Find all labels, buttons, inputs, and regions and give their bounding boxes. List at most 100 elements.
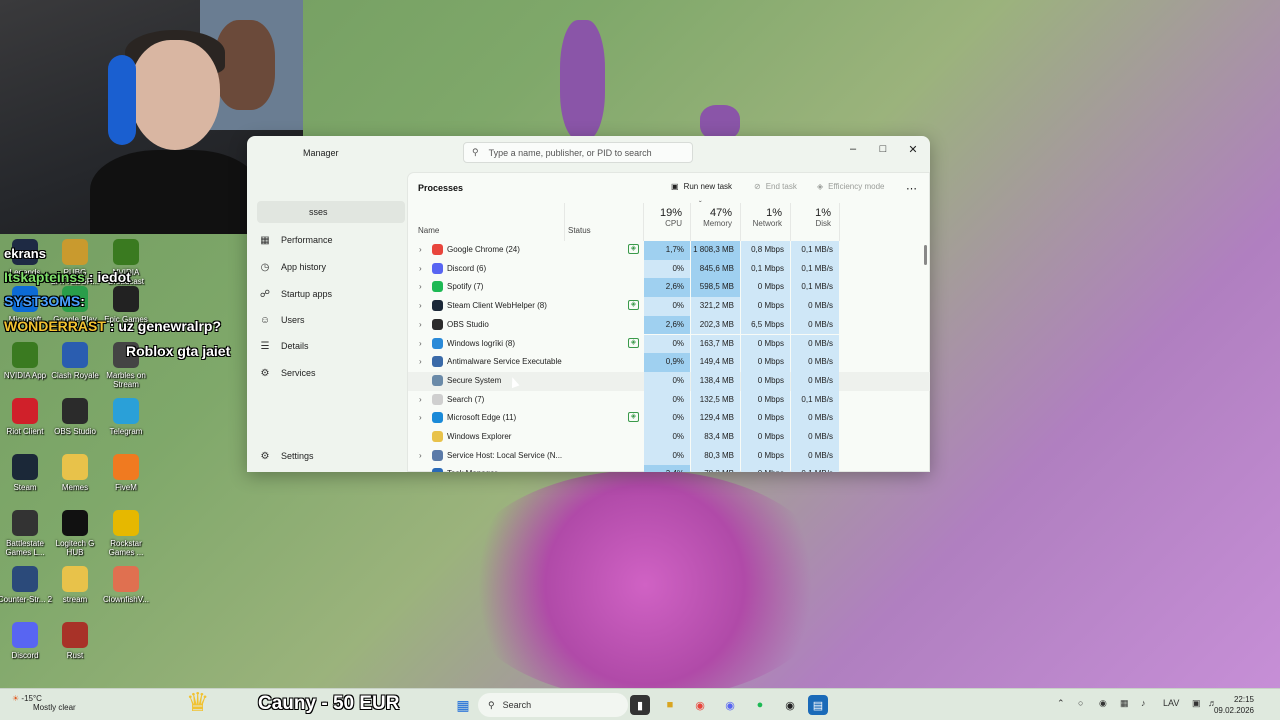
spotify-icon[interactable]: ● [750,695,770,715]
process-icon [432,374,443,386]
nav-services[interactable]: ⚙ Services [257,362,405,384]
desktop-icon[interactable]: Memes [47,454,103,492]
desktop-icon[interactable]: Counter-Str... 2 [0,566,53,604]
disk-cell: 0,1 MB/s [791,465,839,472]
expand-chevron-icon[interactable]: › [419,413,422,422]
desktop-icon[interactable]: Battlestate Games L... [0,510,53,557]
nav-users[interactable]: ☺ Users [257,309,405,331]
run-task-icon: ▣ [671,182,679,191]
column-network[interactable]: 1% Network [741,203,791,241]
process-row[interactable]: › Service Host: Local Service (N... 0% 80,3… [408,446,930,466]
process-row[interactable]: › Microsoft Edge (11) ◈ 0% 129,4 MB 0 Mbps 0 M… [408,409,930,428]
chevron-up-icon[interactable]: ⌃ [1057,698,1065,709]
more-options-button[interactable]: ⋯ [906,182,917,195]
search-icon: ⚲ [472,147,479,157]
scrollbar[interactable] [924,245,927,265]
process-row[interactable]: › Google Chrome (24) ◈ 1,7% 1 808,3 MB 0,8 Mb… [408,241,930,260]
run-new-task-button[interactable]: ▣ Run new task [671,182,732,191]
obs-icon[interactable]: ◉ [780,695,800,715]
nav-startup-apps[interactable]: ☍ Startup apps [257,283,405,305]
desktop-icon[interactable]: OBS Studio [47,398,103,436]
tray-app-icon[interactable]: ▦ [1120,698,1129,709]
memory-cell: 80,3 MB [691,446,740,466]
expand-chevron-icon[interactable]: › [419,357,422,366]
column-cpu[interactable]: 19% CPU [644,203,691,241]
desktop-icon[interactable]: Rust [47,622,103,660]
end-task-button[interactable]: ⊘ End task [754,182,797,191]
process-row[interactable]: › Antimalware Service Executable 0,9% 149,4… [408,353,930,372]
clock[interactable]: 22:15 09.02.2026 [1214,694,1254,716]
task-view-icon[interactable]: ▮ [630,695,650,715]
process-row[interactable]: › OBS Studio 2,6% 202,3 MB 6,5 Mbps 0 MB/s [408,315,930,335]
maximize-button[interactable]: □ [869,140,897,158]
chrome-icon[interactable]: ◉ [690,695,710,715]
desktop-icon[interactable]: Discord [0,622,53,660]
tray-app-icon[interactable]: ○ [1078,698,1083,708]
nav-app-history[interactable]: ◷ App history [257,256,405,278]
expand-chevron-icon[interactable]: › [419,245,422,254]
weather-widget[interactable]: ☀ -15°C Mostly clear [12,694,76,712]
minimize-button[interactable]: – [839,140,867,158]
expand-chevron-icon[interactable]: › [419,469,422,472]
task-manager-icon[interactable]: ▤ [808,695,828,715]
nav-details[interactable]: ☰ Details [257,335,405,357]
desktop-icon[interactable]: NVIDIA App [0,342,53,380]
desktop-icon-label: Marbles on Stream [106,371,146,389]
cpu-cell: 0% [644,409,690,428]
network-icon[interactable]: ▣ [1192,698,1201,709]
desktop-icon[interactable]: Steam [0,454,53,492]
desktop-icon[interactable]: FiveM [98,454,154,492]
desktop-icon[interactable]: Rockstar Games ... [98,510,154,557]
expand-chevron-icon[interactable]: › [419,451,422,460]
expand-chevron-icon[interactable]: › [419,320,422,329]
process-row[interactable]: Windows Explorer 0% 83,4 MB 0 Mbps 0 MB/s [408,428,930,447]
crown-icon: ♛ [186,687,210,717]
process-name: Google Chrome (24) [447,245,520,254]
users-icon: ☺ [259,314,271,326]
column-status[interactable]: Status [565,203,644,241]
desktop-icon[interactable]: ClownfishV... [98,566,154,604]
close-button[interactable]: ✕ [899,140,927,158]
nav-settings[interactable]: ⚙ Settings [257,445,405,467]
process-row[interactable]: › Windows logrīki (8) ◈ 0% 163,7 MB 0 Mbps 0 M… [408,334,930,354]
services-icon: ⚙ [260,367,270,379]
steam-tray-icon[interactable]: ◉ [1099,698,1107,709]
logitech-icon [62,510,88,536]
expand-chevron-icon[interactable]: › [419,395,422,404]
process-row[interactable]: › Task Manager 3,4%78,2 MB0 Mbps0,1 MB/s [408,465,930,472]
process-row[interactable]: › Search (7) 0% 132,5 MB 0 Mbps 0,1 MB/s [408,390,930,410]
process-row[interactable]: › Spotify (7) 2,6% 598,5 MB 0 Mbps 0,1 MB/s [408,278,930,298]
desktop-icon[interactable]: Logitech G HUB [47,510,103,557]
nav-performance[interactable]: ▦ Performance [257,229,405,251]
file-explorer-icon[interactable]: ■ [660,695,680,715]
expand-chevron-icon[interactable]: › [419,264,422,273]
disk-cell: 0 MB/s [791,334,839,354]
expand-chevron-icon[interactable]: › [419,282,422,291]
memory-cell: 598,5 MB [691,278,740,298]
desktop-icon[interactable]: Telegram [98,398,154,436]
column-name[interactable]: Name [408,203,565,241]
microphone-icon[interactable]: ♪ [1141,698,1146,708]
column-disk[interactable]: 1% Disk [791,203,840,241]
language-indicator[interactable]: LAV [1163,698,1179,708]
process-row[interactable]: › Steam Client WebHelper (8) ◈ 0% 321,2 MB 0 … [408,297,930,316]
column-memory[interactable]: ˇ 47% Memory [691,200,741,241]
desktop-icon-label: Rust [66,651,84,660]
process-row[interactable]: Secure System 0% 138,4 MB 0 Mbps 0 MB/s [408,371,930,391]
desktop-icon[interactable]: Riot Client [0,398,53,436]
process-row[interactable]: › Discord (6) 0% 845,6 MB 0,1 Mbps 0,1 MB/s [408,259,930,279]
process-name: Windows logrīki (8) [447,338,516,348]
nav-processes[interactable]: sses [257,201,405,223]
bsg-icon [12,510,38,536]
desktop-icon-label: Discord [11,651,39,660]
desktop-icon[interactable]: stream [47,566,103,604]
taskbar-search[interactable]: ⚲ Search [478,693,628,717]
expand-chevron-icon[interactable]: › [419,339,422,348]
search-icon: ⚲ [488,699,495,710]
expand-chevron-icon[interactable]: › [419,301,422,310]
start-button[interactable]: ▦ [453,695,473,715]
desktop-icon[interactable]: Clash Royale [47,342,103,380]
efficiency-mode-button[interactable]: ◈ Efficiency mode [817,182,884,191]
discord-icon[interactable]: ◉ [720,695,740,715]
search-input[interactable]: ⚲ Type a name, publisher, or PID to sear… [463,142,693,163]
